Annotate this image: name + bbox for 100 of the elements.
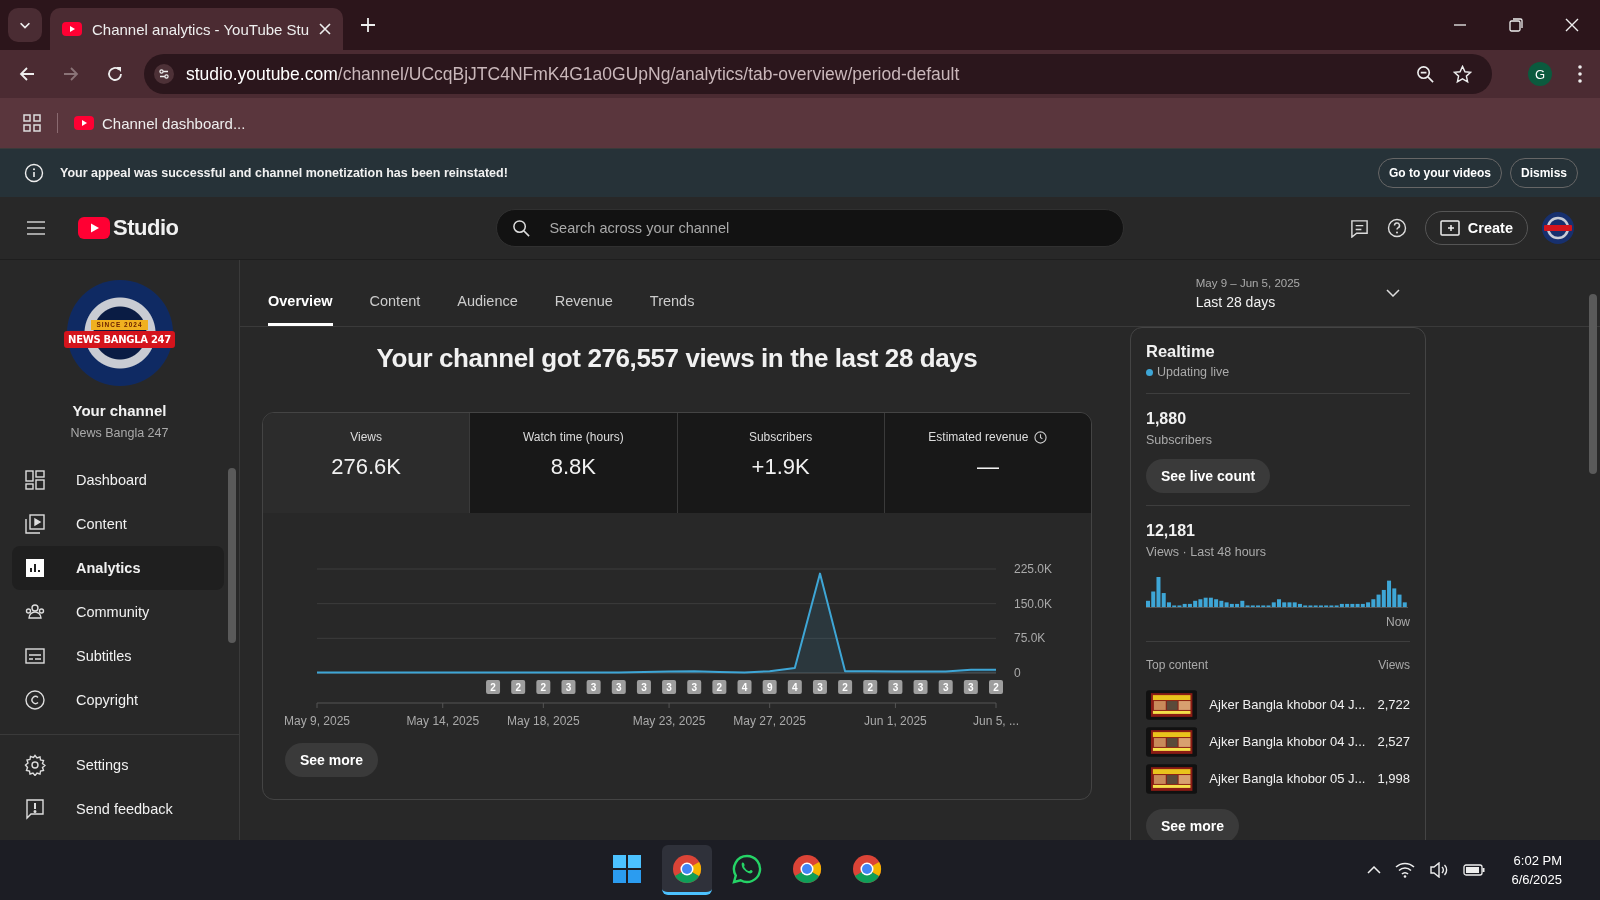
metric-tab[interactable]: Views 276.6K xyxy=(263,413,470,513)
metric-value: +1.9K xyxy=(751,454,810,480)
analytics-tab[interactable]: Overview xyxy=(268,293,333,326)
restore-icon[interactable] xyxy=(1509,18,1523,32)
headline: Your channel got 276,557 views in the last 28 days xyxy=(376,343,978,374)
close-icon[interactable] xyxy=(319,23,332,35)
metric-value: 8.8K xyxy=(550,454,596,480)
video-library-icon xyxy=(24,513,46,535)
youtube-logo-icon[interactable] xyxy=(78,217,110,239)
axis-label: 225.0K xyxy=(1014,562,1053,576)
now-label: Now xyxy=(1385,615,1410,629)
column-header: Views xyxy=(1378,658,1410,672)
clock-date[interactable]: 6/6/2025 xyxy=(1511,872,1562,887)
metric-tab[interactable]: Estimated revenue — xyxy=(883,413,1091,513)
date-range-label[interactable]: Last 28 days xyxy=(1195,293,1300,310)
metric-label: Watch time (hours) xyxy=(522,430,624,444)
nav-item[interactable]: Analytics xyxy=(12,546,224,590)
dashboard-icon xyxy=(24,469,46,491)
more-icon[interactable] xyxy=(1578,65,1582,83)
axis-label: May 27, 2025 xyxy=(733,714,807,728)
browser-tab[interactable]: Channel analytics - YouTube Stu xyxy=(50,8,344,50)
nav-item[interactable]: Content xyxy=(12,502,224,546)
channel-avatar[interactable] xyxy=(1542,212,1574,244)
volume-icon[interactable] xyxy=(1429,862,1450,878)
chevron-down-icon[interactable] xyxy=(1386,289,1400,297)
reload-icon[interactable] xyxy=(106,65,124,83)
create-button[interactable]: Create xyxy=(1424,211,1528,245)
realtime-title: Realtime xyxy=(1146,342,1216,361)
youtube-icon xyxy=(62,22,82,36)
address-field[interactable]: studio.youtube.com/channel/UCcqBjJTC4NFmK4G1a0GUpNg/analytics/tab-overview/period-default xyxy=(144,54,1492,94)
column-header: Top content xyxy=(1146,658,1209,672)
subscriber-label: Subscribers xyxy=(1146,433,1213,447)
banner-message: Your appeal was successful and channel monetization has been reinstated! xyxy=(60,166,508,180)
scrollbar[interactable] xyxy=(1589,294,1597,474)
views-label: Views · Last 48 hours xyxy=(1146,545,1267,559)
taskbar-app[interactable] xyxy=(661,845,712,895)
video-title[interactable]: Ajker Bangla khobor 05 J... xyxy=(1209,771,1366,786)
menu-icon[interactable] xyxy=(26,220,46,236)
battery-icon[interactable] xyxy=(1463,864,1486,876)
profile-avatar[interactable]: G xyxy=(1528,62,1552,86)
help-icon[interactable] xyxy=(1386,218,1407,238)
axis-label: Jun 5, ... xyxy=(973,714,1019,728)
nav-item[interactable]: Settings xyxy=(12,743,235,787)
feedback-icon[interactable] xyxy=(1349,218,1369,238)
nav-item[interactable]: Copyright xyxy=(12,678,224,722)
wifi-icon[interactable] xyxy=(1395,862,1416,878)
subtitles-icon xyxy=(24,645,46,667)
metric-tab[interactable]: Watch time (hours) 8.8K xyxy=(469,413,677,513)
windows-icon xyxy=(611,853,642,884)
axis-label: May 23, 2025 xyxy=(632,714,706,728)
star-icon[interactable] xyxy=(1453,64,1472,84)
see-more-button[interactable]: See more xyxy=(285,743,379,777)
analytics-tab[interactable]: Audience xyxy=(457,293,518,326)
bar-chart-icon xyxy=(24,557,46,579)
tab-search-button[interactable] xyxy=(8,8,42,42)
chevron-up-icon[interactable] xyxy=(1367,866,1382,874)
video-views: 2,722 xyxy=(1377,697,1410,712)
axis-label: 0 xyxy=(1014,666,1021,680)
site-settings-icon[interactable] xyxy=(154,64,174,84)
axis-label: May 9, 2025 xyxy=(284,714,350,728)
axis-label: May 14, 2025 xyxy=(406,714,480,728)
scrollbar[interactable] xyxy=(228,468,236,643)
whatsapp-icon xyxy=(731,853,762,884)
forward-icon[interactable] xyxy=(62,65,80,83)
nav-item[interactable]: Dashboard xyxy=(12,458,224,502)
live-dot xyxy=(1146,368,1153,376)
zoom-icon[interactable] xyxy=(1416,64,1435,84)
back-icon[interactable] xyxy=(18,65,36,83)
clock-time[interactable]: 6:02 PM xyxy=(1513,853,1562,868)
analytics-tab[interactable]: Content xyxy=(369,293,421,326)
bookmark-link[interactable]: Channel dashboard... xyxy=(74,114,246,132)
date-range-text: May 9 – Jun 5, 2025 xyxy=(1195,276,1300,289)
settings-icon xyxy=(24,754,46,776)
copyright-icon xyxy=(24,689,46,711)
analytics-tab[interactable]: Trends xyxy=(649,293,695,326)
video-title[interactable]: Ajker Bangla khobor 04 J... xyxy=(1209,734,1366,749)
close-icon[interactable] xyxy=(1565,18,1579,32)
feedback-icon xyxy=(24,798,46,820)
chrome-icon xyxy=(851,853,882,884)
live-count-button[interactable]: See live count xyxy=(1146,459,1271,493)
nav-item[interactable]: Community xyxy=(12,590,224,634)
video-views: 2,527 xyxy=(1377,734,1410,749)
url-text: studio.youtube.com/channel/UCcqBjJTC4NFmK4G1a0GUpNg/analytics/tab-overview/period-default xyxy=(186,63,961,85)
chrome-icon xyxy=(791,853,822,884)
nav-item[interactable]: Subtitles xyxy=(12,634,224,678)
youtube-icon xyxy=(74,116,94,130)
new-tab-icon[interactable] xyxy=(361,18,376,32)
nav-item[interactable]: Send feedback xyxy=(12,787,235,831)
metric-label: Estimated revenue xyxy=(928,430,1029,444)
see-more-button[interactable]: See more xyxy=(1146,809,1240,840)
live-status: Updating live xyxy=(1157,365,1230,379)
metric-label: Views xyxy=(350,430,382,444)
analytics-tab[interactable]: Revenue xyxy=(554,293,613,326)
metric-label: Subscribers xyxy=(748,430,813,444)
video-title[interactable]: Ajker Bangla khobor 04 J... xyxy=(1209,697,1366,712)
search-field[interactable]: Search across your channel xyxy=(496,209,1125,247)
metric-tab[interactable]: Subscribers +1.9K xyxy=(676,413,884,513)
apps-grid-icon[interactable] xyxy=(23,114,41,132)
metric-value: — xyxy=(976,454,999,480)
axis-label: Jun 1, 2025 xyxy=(864,714,927,728)
